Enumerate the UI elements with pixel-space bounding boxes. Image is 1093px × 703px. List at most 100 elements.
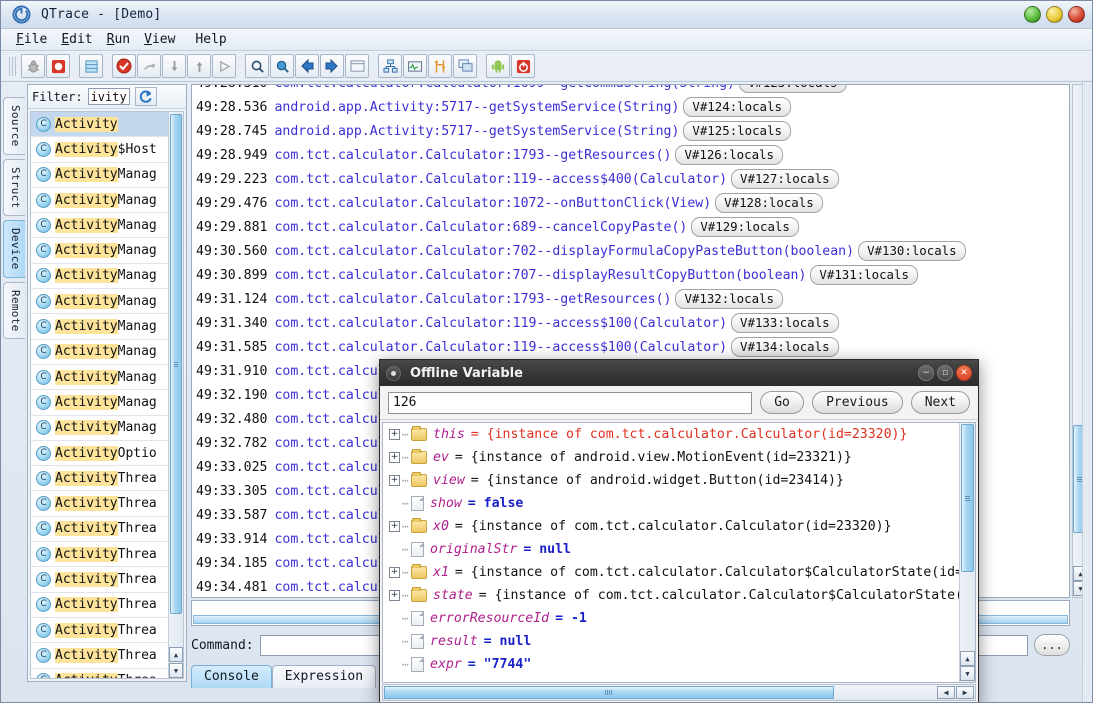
variable-row[interactable]: + ⋯ view = {instance of android.widget.Butt… <box>383 469 959 492</box>
search-global-icon[interactable] <box>270 54 294 78</box>
next-button[interactable]: Next <box>910 391 970 414</box>
step-return-icon[interactable] <box>137 54 161 78</box>
database-icon[interactable] <box>79 54 103 78</box>
list-item[interactable]: C ActivityManag <box>31 416 183 441</box>
menu-edit[interactable]: Edit <box>54 31 99 48</box>
list-item[interactable]: C ActivityManag <box>31 213 183 239</box>
variable-row[interactable]: + ⋯ state = {instance of com.tct.calculator… <box>383 584 959 607</box>
variable-scroll-up-button[interactable]: ▲ <box>960 651 975 666</box>
scroll-down-button[interactable]: ▼ <box>169 663 183 678</box>
scroll-up-button[interactable]: ▲ <box>169 647 183 662</box>
variable-row[interactable]: ⋯ expr = "7744" <box>383 653 959 676</box>
minimize-button[interactable] <box>1024 6 1041 23</box>
variable-scrollbar-thumb[interactable] <box>961 424 974 572</box>
hscroll-left-button[interactable]: ◀ <box>937 686 955 699</box>
forward-arrow-icon[interactable] <box>320 54 344 78</box>
locals-badge[interactable]: V#123:locals <box>738 85 847 93</box>
scrollbar-thumb[interactable] <box>170 114 182 614</box>
list-item[interactable]: C ActivityManag <box>31 188 183 214</box>
variable-row[interactable]: ⋯ show = false <box>383 492 959 515</box>
menu-help[interactable]: Help <box>188 31 233 48</box>
list-item[interactable]: CActivityThrea <box>31 643 183 669</box>
tab-expression[interactable]: Expression <box>271 665 377 688</box>
list-item[interactable]: C ActivityManag <box>31 390 183 416</box>
locals-badge[interactable]: V#128:locals <box>715 193 823 213</box>
expand-icon[interactable]: + <box>389 452 400 463</box>
variable-tree[interactable]: + ⋯ this = {instance of com.tct.calculator.… <box>382 422 976 683</box>
list-item[interactable]: CActivityThrea <box>31 517 183 543</box>
locals-badge[interactable]: V#124:locals <box>683 97 791 117</box>
menu-run[interactable]: Run <box>100 31 137 48</box>
trace-entry[interactable]: 49:31.124 com.tct.calculator.Calculator:1… <box>192 287 966 311</box>
trace-entry[interactable]: 49:28.536 android.app.Activity:5717--getS… <box>192 95 966 119</box>
resume-icon[interactable] <box>212 54 236 78</box>
back-arrow-icon[interactable] <box>295 54 319 78</box>
expand-icon[interactable]: + <box>389 567 400 578</box>
list-item[interactable]: C ActivityManag <box>31 163 183 188</box>
list-item[interactable]: CActivityThrea <box>31 618 183 644</box>
monitor-icon[interactable] <box>403 54 427 78</box>
list-item[interactable]: CActivityThrea <box>31 593 183 618</box>
list-item[interactable]: C ActivityManag <box>31 340 183 365</box>
locals-badge[interactable]: V#130:locals <box>858 241 966 261</box>
list-item[interactable]: C ActivityManag <box>31 314 183 340</box>
filter-input[interactable] <box>87 88 130 105</box>
expand-icon[interactable]: + <box>389 475 400 486</box>
variable-row[interactable]: ⋯ result = null <box>383 630 959 653</box>
variable-row[interactable]: ⋯ errorResourceId = -1 <box>383 607 959 630</box>
list-item[interactable]: CActivityThrea <box>31 466 183 492</box>
trace-entry[interactable]: 49:28.310 com.tct.calculator.Calculator:1… <box>192 85 966 95</box>
list-item[interactable]: C ActivityManag <box>31 264 183 290</box>
trace-entry[interactable]: 49:30.899 com.tct.calculator.Calculator:7… <box>192 263 966 287</box>
locals-badge[interactable]: V#127:locals <box>731 169 839 189</box>
list-item[interactable]: CActivityThrea <box>31 542 183 568</box>
dialog-close-button[interactable]: ✕ <box>956 365 972 381</box>
variable-horizontal-scrollbar[interactable]: ◀ ▶ <box>382 684 976 701</box>
variable-row[interactable]: + ⋯ this = {instance of com.tct.calculator.… <box>383 423 959 446</box>
vtab-remote[interactable]: Remote <box>3 281 25 340</box>
variable-hscroll-thumb[interactable] <box>384 686 834 699</box>
step-into-icon[interactable] <box>162 54 186 78</box>
android-icon[interactable] <box>486 54 510 78</box>
variable-row[interactable]: + ⋯ ev = {instance of android.view.MotionEv… <box>383 446 959 469</box>
variable-row[interactable]: + ⋯ x1 = {instance of com.tct.calculator.Ca… <box>383 561 959 584</box>
locals-badge[interactable]: V#125:locals <box>683 121 791 141</box>
step-out-icon[interactable] <box>187 54 211 78</box>
window-icon[interactable] <box>345 54 369 78</box>
expand-icon[interactable]: + <box>389 429 400 440</box>
variable-tree-scrollbar[interactable]: ▲ ▼ <box>959 423 975 682</box>
variable-search-input[interactable] <box>388 391 753 414</box>
list-item[interactable]: CActivityThrea <box>31 491 183 517</box>
windows-icon[interactable] <box>453 54 477 78</box>
vtab-device[interactable]: Device <box>3 220 25 278</box>
list-item[interactable]: C ActivityManag <box>31 289 183 315</box>
expand-icon[interactable]: + <box>389 521 400 532</box>
stop-debug-icon[interactable] <box>112 54 136 78</box>
locals-badge[interactable]: V#133:locals <box>731 313 839 333</box>
toolbar-grip[interactable] <box>9 56 16 76</box>
trace-entry[interactable]: 49:31.585 com.tct.calculator.Calculator:1… <box>192 335 966 359</box>
trace-entry[interactable]: 49:29.881 com.tct.calculator.Calculator:6… <box>192 215 966 239</box>
list-item[interactable]: CActivityThrea <box>31 567 183 593</box>
variable-scroll-down-button[interactable]: ▼ <box>960 666 975 681</box>
hscroll-right-button[interactable]: ▶ <box>956 686 974 699</box>
menu-file[interactable]: File <box>9 31 54 48</box>
refresh-icon[interactable] <box>134 87 157 106</box>
list-item[interactable]: C ActivityOptio <box>31 441 183 467</box>
locals-badge[interactable]: V#129:locals <box>691 217 799 237</box>
hierarchy-icon[interactable] <box>378 54 402 78</box>
expand-icon[interactable]: + <box>389 590 400 601</box>
class-list[interactable]: C Activity C Activity$Host C ActivityManag C Ac… <box>30 111 184 679</box>
trace-entry[interactable]: 49:28.745 android.app.Activity:5717--getS… <box>192 119 966 143</box>
threads-icon[interactable] <box>428 54 452 78</box>
tab-console[interactable]: Console <box>191 665 272 688</box>
locals-badge[interactable]: V#132:locals <box>675 289 783 309</box>
list-item[interactable]: C Activity$Host <box>31 137 183 163</box>
locals-badge[interactable]: V#134:locals <box>731 337 839 357</box>
trace-entry[interactable]: 49:28.949 com.tct.calculator.Calculator:1… <box>192 143 966 167</box>
power-icon[interactable] <box>511 54 535 78</box>
trace-entry[interactable]: 49:29.223 com.tct.calculator.Calculator:1… <box>192 167 966 191</box>
vtab-struct[interactable]: Struct <box>3 158 25 217</box>
dialog-maximize-button[interactable]: ▫ <box>937 365 953 381</box>
close-button[interactable] <box>1068 6 1085 23</box>
